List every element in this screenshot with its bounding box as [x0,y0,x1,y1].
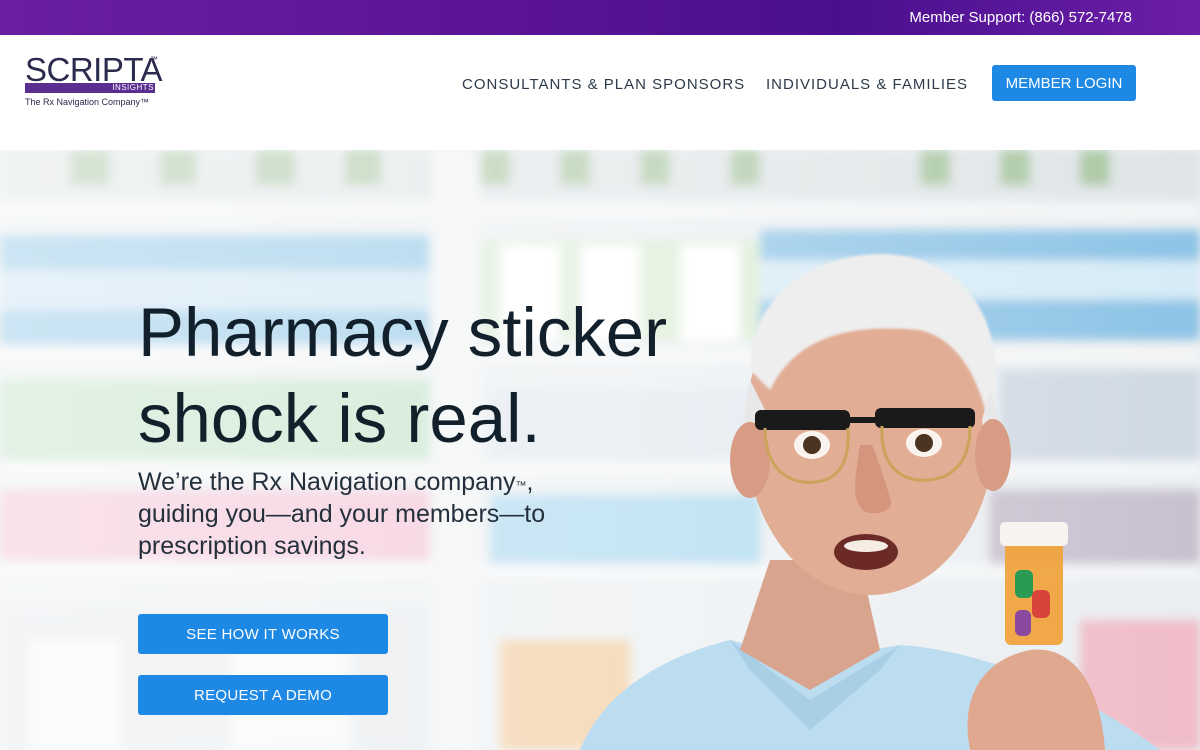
member-support-link[interactable]: Member Support: (866) 572-7478 [909,9,1132,26]
subheadline-part-1: We’re the Rx Navigation company [138,468,516,496]
hero-headline: Pharmacy sticker shock is real. [138,294,668,457]
hero-subheadline: We’re the Rx Navigation company™, guidin… [138,466,598,562]
member-login-button[interactable]: MEMBER LOGIN [992,65,1136,101]
trademark-symbol: ™ [515,480,527,492]
utility-bar: Member Support: (866) 572-7478 [0,0,1200,35]
nav-individuals-families[interactable]: INDIVIDUALS & FAMILIES [766,76,968,93]
nav-consultants-plan-sponsors[interactable]: CONSULTANTS & PLAN SPONSORS [462,76,745,93]
hero-section: Pharmacy sticker shock is real. We’re th… [0,150,1200,750]
request-a-demo-button[interactable]: REQUEST A DEMO [138,675,388,715]
see-how-it-works-button[interactable]: SEE HOW IT WORKS [138,614,388,654]
main-nav: CONSULTANTS & PLAN SPONSORS INDIVIDUALS … [0,35,1200,150]
site-header: SCRIPTA ™ INSIGHTS The Rx Navigation Com… [0,35,1200,150]
